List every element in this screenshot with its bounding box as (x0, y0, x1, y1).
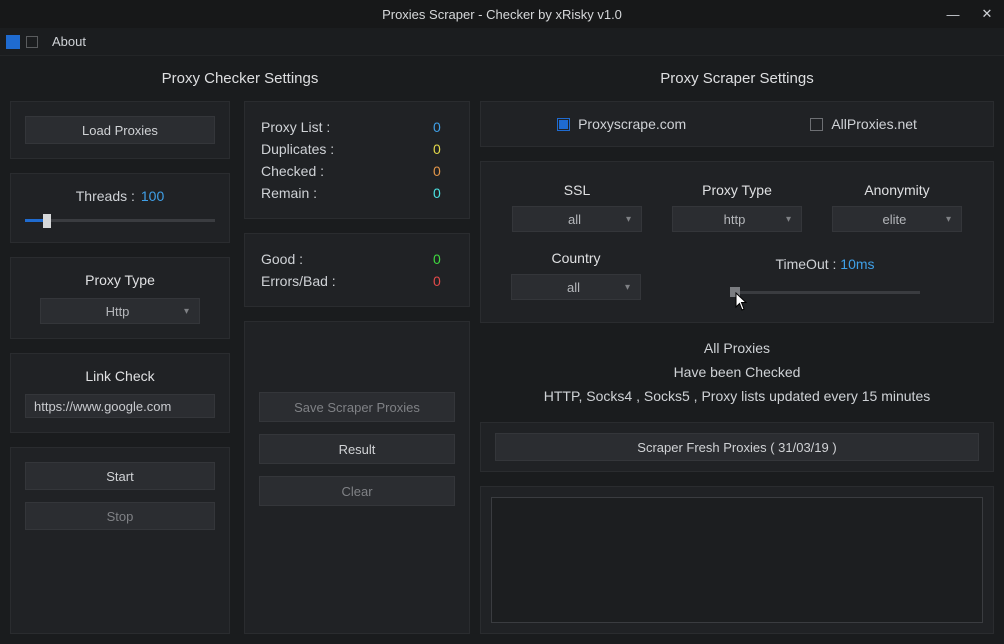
scrape-card: Scraper Fresh Proxies ( 31/03/19 ) (480, 422, 994, 472)
source-proxyscrape-label: Proxyscrape.com (578, 116, 686, 132)
start-button[interactable]: Start (25, 462, 215, 490)
close-button[interactable]: ✕ (970, 0, 1004, 28)
proxy-type-card: Proxy Type Http ▾ (10, 257, 230, 339)
stat-duplicates-label: Duplicates : (261, 141, 361, 157)
chevron-down-icon: ▾ (184, 306, 189, 317)
scraper-title: Proxy Scraper Settings (480, 70, 994, 87)
proxy-scraper-panel: Proxy Scraper Settings Proxyscrape.com A… (480, 70, 994, 634)
stat-bad-value: 0 (433, 273, 453, 289)
link-check-label: Link Check (25, 368, 215, 384)
save-scraper-button[interactable]: Save Scraper Proxies (259, 392, 455, 422)
stat-good-label: Good : (261, 251, 361, 267)
scrape-button[interactable]: Scraper Fresh Proxies ( 31/03/19 ) (495, 433, 979, 461)
checkbox-unchecked-icon (810, 118, 823, 131)
titlebar: Proxies Scraper - Checker by xRisky v1.0… (0, 0, 1004, 28)
stat-bad-label: Errors/Bad : (261, 273, 361, 289)
link-check-card: Link Check (10, 353, 230, 433)
chevron-down-icon: ▾ (786, 214, 791, 225)
threads-value: 100 (141, 188, 164, 204)
proxy-type-select[interactable]: Http ▾ (40, 298, 200, 324)
run-card: Start Stop (10, 447, 230, 634)
country-select[interactable]: all ▾ (511, 274, 641, 300)
sources-card: Proxyscrape.com AllProxies.net (480, 101, 994, 147)
menu-square-icon (26, 36, 38, 48)
timeout-slider[interactable] (730, 284, 920, 300)
clear-button[interactable]: Clear (259, 476, 455, 506)
info-block: All Proxies Have been Checked HTTP, Sock… (480, 337, 994, 408)
info-line-3: HTTP, Socks4 , Socks5 , Proxy lists upda… (480, 385, 994, 409)
stat-checked-value: 0 (433, 163, 453, 179)
stat-good-value: 0 (433, 251, 453, 267)
proxy-type-label: Proxy Type (25, 272, 215, 288)
stat-remain-value: 0 (433, 185, 453, 201)
stats-card-2: Good : 0 Errors/Bad : 0 (244, 233, 470, 307)
menubar: About (0, 28, 1004, 56)
link-check-input[interactable] (25, 394, 215, 418)
anonymity-value: elite (883, 212, 907, 227)
actions-card: Save Scraper Proxies Result Clear (244, 321, 470, 634)
stat-proxylist-label: Proxy List : (261, 119, 361, 135)
scraper-proxy-type-select[interactable]: http ▾ (672, 206, 802, 232)
app-icon (6, 35, 20, 49)
main-content: Proxy Checker Settings Load Proxies Thre… (0, 56, 1004, 644)
stat-checked-label: Checked : (261, 163, 361, 179)
output-card (480, 486, 994, 634)
window-controls: — ✕ (936, 0, 1004, 28)
checker-title: Proxy Checker Settings (10, 70, 470, 87)
anonymity-label: Anonymity (864, 182, 929, 198)
ssl-value: all (568, 212, 581, 227)
minimize-button[interactable]: — (936, 0, 970, 28)
stat-remain-label: Remain : (261, 185, 361, 201)
checkbox-checked-icon (557, 118, 570, 131)
proxy-type-value: Http (106, 304, 130, 319)
output-area[interactable] (491, 497, 983, 623)
source-allproxies-checkbox[interactable]: AllProxies.net (810, 116, 917, 132)
stats-card-1: Proxy List : 0 Duplicates : 0 Checked : 0 R… (244, 101, 470, 219)
ssl-select[interactable]: all ▾ (512, 206, 642, 232)
stop-button[interactable]: Stop (25, 502, 215, 530)
stat-duplicates-value: 0 (433, 141, 453, 157)
scraper-options-card: SSL all ▾ Proxy Type http ▾ (480, 161, 994, 323)
threads-slider[interactable] (25, 212, 215, 228)
chevron-down-icon: ▾ (626, 214, 631, 225)
info-line-2: Have been Checked (480, 361, 994, 385)
load-proxies-card: Load Proxies (10, 101, 230, 159)
country-value: all (567, 280, 580, 295)
timeout-value: 10ms (840, 256, 874, 272)
info-line-1: All Proxies (480, 337, 994, 361)
ssl-label: SSL (564, 182, 590, 198)
timeout-label: TimeOut : (775, 256, 836, 272)
source-proxyscrape-checkbox[interactable]: Proxyscrape.com (557, 116, 686, 132)
menu-about[interactable]: About (46, 32, 92, 51)
source-allproxies-label: AllProxies.net (831, 116, 917, 132)
window-title: Proxies Scraper - Checker by xRisky v1.0 (382, 7, 622, 22)
scraper-proxy-type-value: http (724, 212, 746, 227)
chevron-down-icon: ▾ (946, 214, 951, 225)
threads-label: Threads : (76, 188, 135, 204)
result-button[interactable]: Result (259, 434, 455, 464)
threads-card: Threads : 100 (10, 173, 230, 243)
chevron-down-icon: ▾ (625, 282, 630, 293)
proxy-checker-panel: Proxy Checker Settings Load Proxies Thre… (10, 70, 470, 634)
stat-proxylist-value: 0 (433, 119, 453, 135)
scraper-proxy-type-label: Proxy Type (702, 182, 772, 198)
country-label: Country (551, 250, 600, 266)
load-proxies-button[interactable]: Load Proxies (25, 116, 215, 144)
anonymity-select[interactable]: elite ▾ (832, 206, 962, 232)
